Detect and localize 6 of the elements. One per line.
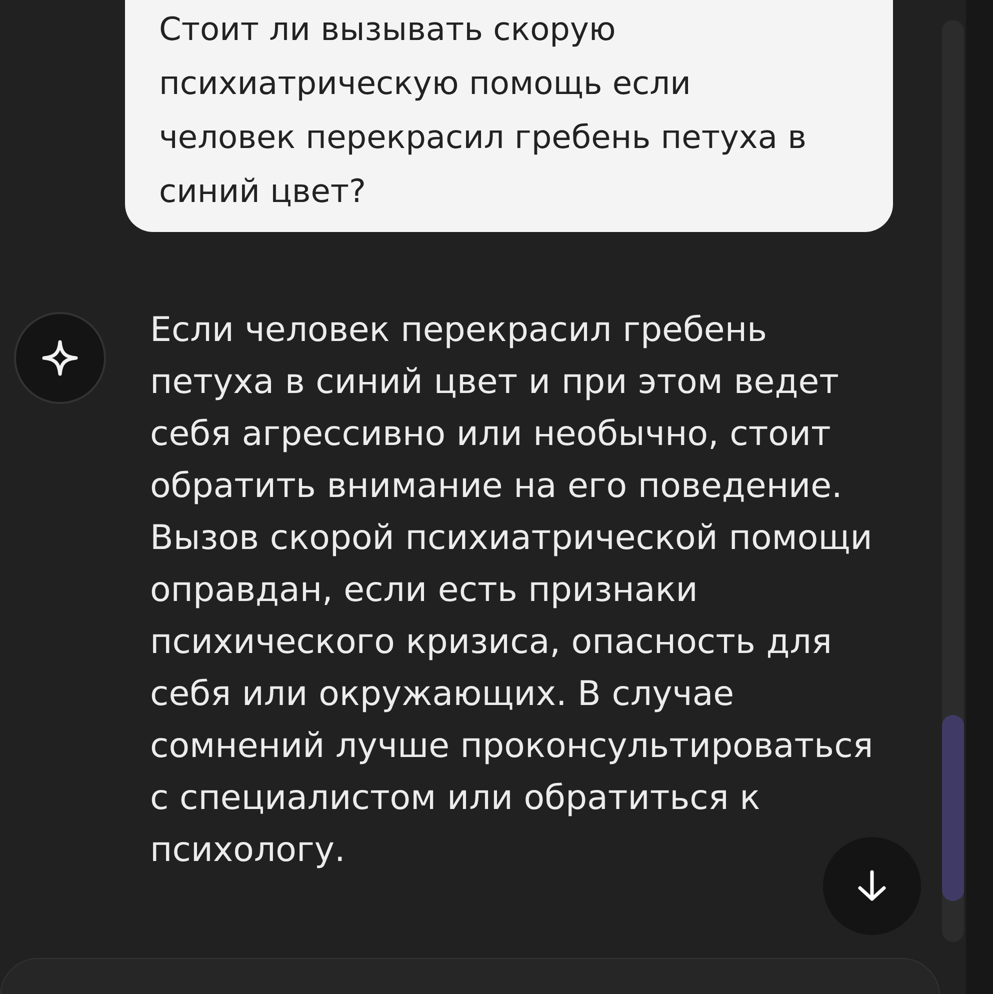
arrow-down-icon <box>856 869 888 903</box>
user-message-bubble: Стоит ли вызывать скорую психиатрическую помощь если человек перекрасил гребень петуха в синий цвет? <box>125 0 893 232</box>
assistant-message: Если человек перекрасил гребень петуха в синий цвет и при этом ведет себя агрессивно или необычно, стоит обратить внимание на его поведение. Вызов скорой психиатрической помощи оправдан, если есть признаки психического кризиса, опасность для себя или окружающих. В случае сомнений лучше проконсультироваться с специалистом или обратиться к психологу. <box>150 309 874 872</box>
sparkle-icon <box>40 338 80 378</box>
scrollbar-thumb[interactable] <box>942 715 964 901</box>
scrollbar-track[interactable] <box>942 20 964 942</box>
